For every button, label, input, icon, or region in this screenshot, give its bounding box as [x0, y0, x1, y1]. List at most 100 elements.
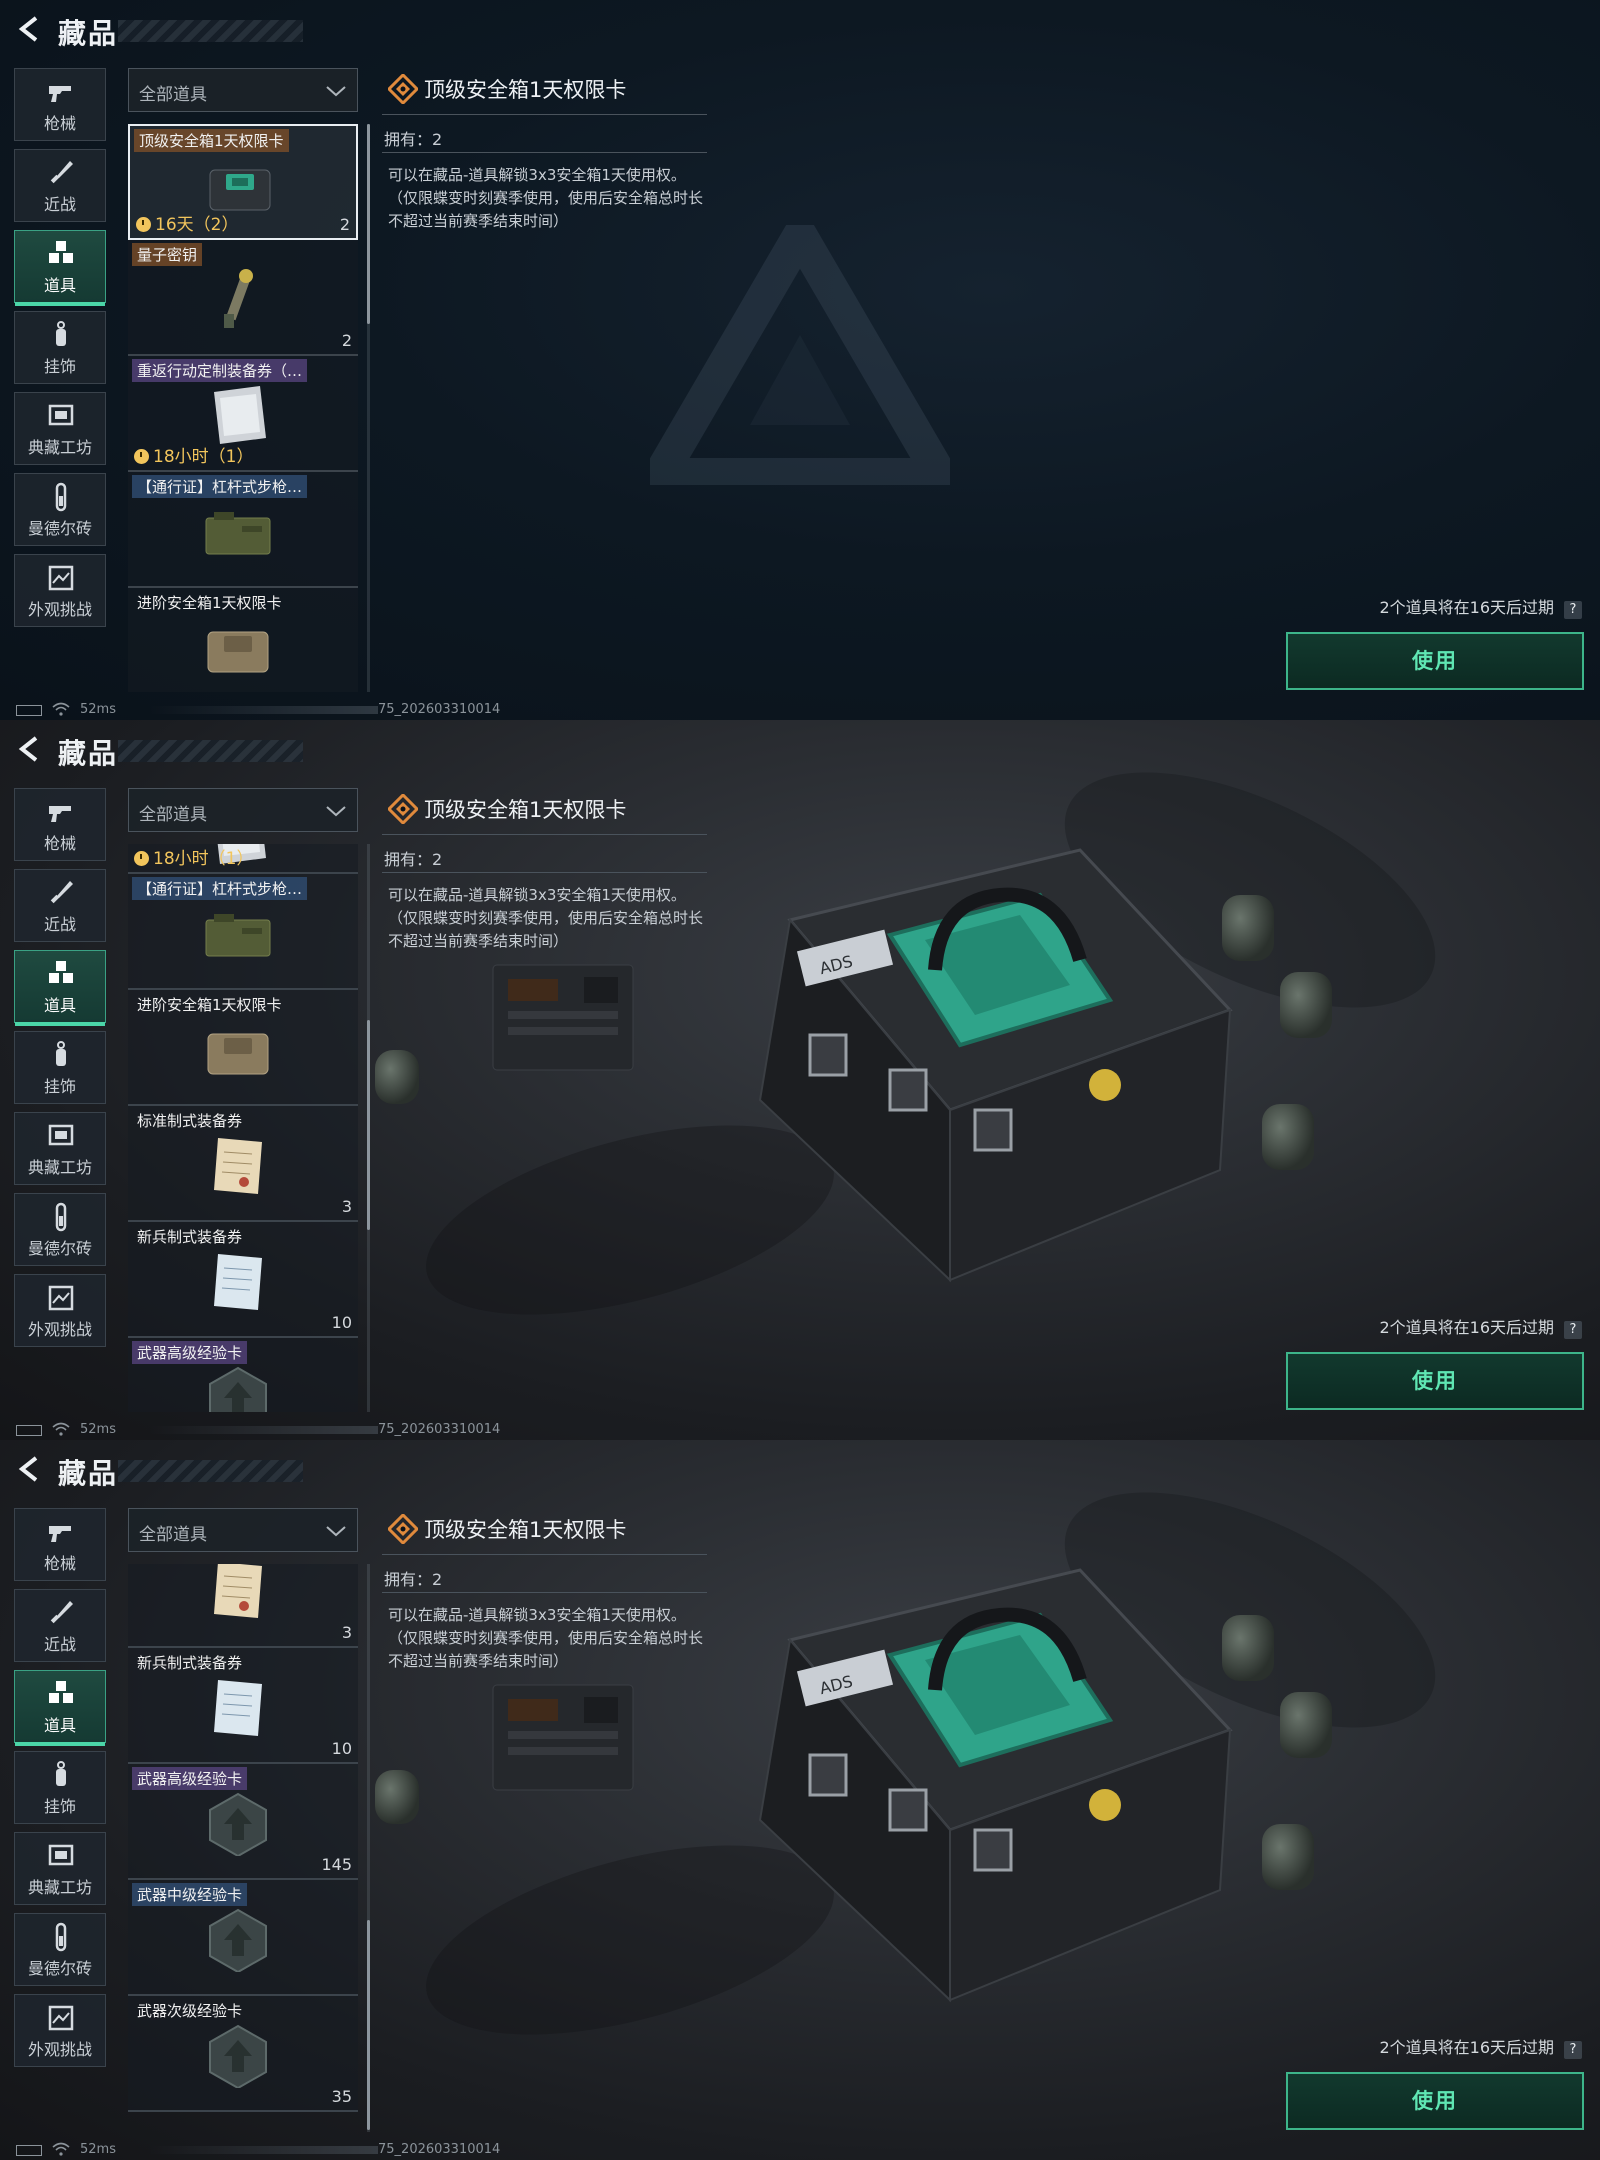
category-tab[interactable]: 枪械 — [14, 788, 106, 861]
title-decoration — [118, 1460, 303, 1482]
category-tab[interactable]: 道具 — [14, 950, 106, 1026]
list-item[interactable]: 顶级安全箱1天权限卡 16天（2） 2 — [128, 124, 358, 240]
item-name: 进阶安全箱1天权限卡 — [137, 594, 282, 612]
knife-icon — [50, 881, 73, 904]
gun-icon — [49, 1526, 71, 1542]
category-label: 外观挑战 — [27, 2040, 92, 2059]
item-thumbnail — [209, 169, 271, 211]
help-icon[interactable]: ? — [1564, 1321, 1582, 1339]
item-name: 【通行证】杠杆式步枪… — [132, 475, 308, 498]
device-prop — [492, 964, 634, 1071]
chevron-down-icon — [326, 1526, 346, 1537]
item-count: 10 — [331, 1313, 352, 1332]
category-tab[interactable]: 挂饰 — [14, 1031, 106, 1104]
item-thumbnail — [205, 914, 271, 957]
battery-icon — [16, 705, 42, 716]
use-button[interactable]: 使用 — [1286, 2072, 1584, 2130]
list-item[interactable]: 【通行证】杠杆式步枪… — [128, 472, 358, 588]
filter-dropdown[interactable]: 全部道具 — [128, 68, 358, 112]
list-item[interactable]: 武器高级经验卡 145 — [128, 1764, 358, 1880]
category-tab[interactable]: 近战 — [14, 1589, 106, 1662]
image-icon — [48, 2005, 74, 2031]
category-tab[interactable]: 枪械 — [14, 68, 106, 141]
top-bar: 藏品 — [0, 0, 320, 60]
back-arrow-icon[interactable] — [14, 734, 44, 764]
item-list[interactable]: 18小时（1） 【通行证】杠杆式步枪… 进阶安全箱1天权限卡标准制式装备券 3 新兵制式… — [128, 844, 360, 1412]
category-label: 外观挑战 — [27, 1320, 92, 1339]
filter-label: 全部道具 — [139, 1525, 207, 1545]
category-tab[interactable]: 近战 — [14, 149, 106, 222]
timer-text: 18小时（1） — [153, 849, 254, 869]
scrollbar-thumb[interactable] — [367, 1020, 370, 1230]
list-item[interactable]: 重返行动定制装备券（… 18小时（1） — [128, 356, 358, 472]
help-icon[interactable]: ? — [1564, 2041, 1582, 2059]
category-tab[interactable]: 挂饰 — [14, 311, 106, 384]
list-item[interactable]: 武器次级经验卡 35 — [128, 1996, 358, 2112]
frame-icon — [48, 1844, 74, 1866]
grenade-prop — [1222, 1615, 1274, 1681]
knife-icon — [50, 161, 73, 184]
frame-icon — [48, 404, 74, 426]
filter-label: 全部道具 — [139, 805, 207, 825]
back-arrow-icon[interactable] — [14, 14, 44, 44]
list-item[interactable]: 【通行证】杠杆式步枪… — [128, 874, 358, 990]
category-label: 道具 — [43, 276, 76, 295]
category-tab[interactable]: 曼德尔砖 — [14, 473, 106, 546]
scrollbar-thumb[interactable] — [367, 124, 370, 324]
item-name: 顶级安全箱1天权限卡 — [134, 129, 289, 152]
battery-icon — [16, 1425, 42, 1436]
help-icon[interactable]: ? — [1564, 601, 1582, 619]
category-label: 枪械 — [43, 1554, 76, 1573]
list-item[interactable]: 量子密钥 2 — [128, 240, 358, 356]
category-tab[interactable]: 典藏工坊 — [14, 1112, 106, 1185]
status-bar: 52ms 75_202603310014 — [0, 2140, 600, 2160]
detail-description: 可以在藏品-道具解锁3x3安全箱1天使用权。（仅限蝶变时刻赛季使用，使用后安全箱… — [388, 886, 704, 950]
category-tab[interactable]: 外观挑战 — [14, 1274, 106, 1347]
category-label: 曼德尔砖 — [27, 1239, 92, 1258]
list-item[interactable]: 标准制式装备券 3 — [128, 1106, 358, 1222]
owned-count: 拥有：2 — [384, 1570, 443, 1589]
category-tab[interactable]: 挂饰 — [14, 1751, 106, 1824]
item-name: 进阶安全箱1天权限卡 — [137, 996, 282, 1014]
list-item[interactable]: 进阶安全箱1天权限卡 — [128, 588, 358, 692]
list-item[interactable]: 18小时（1） — [128, 844, 358, 874]
expire-text: 2个道具将在16天后过期 — [1379, 2038, 1554, 2057]
category-label: 曼德尔砖 — [27, 519, 92, 538]
item-count: 2 — [339, 215, 350, 234]
category-label: 外观挑战 — [27, 600, 92, 619]
list-item[interactable]: 武器中级经验卡 — [128, 1880, 358, 1996]
list-item[interactable]: 新兵制式装备券 10 — [128, 1648, 358, 1764]
filter-dropdown[interactable]: 全部道具 — [128, 1508, 358, 1552]
grenade-prop — [1222, 895, 1274, 961]
category-sidebar: 枪械近战道具挂饰典藏工坊曼德尔砖外观挑战 — [14, 68, 106, 635]
category-tab[interactable]: 外观挑战 — [14, 1994, 106, 2067]
back-arrow-icon[interactable] — [14, 1454, 44, 1484]
list-item[interactable]: 武器高级经验卡 — [128, 1338, 358, 1412]
category-tab[interactable]: 道具 — [14, 230, 106, 306]
category-tab[interactable]: 枪械 — [14, 1508, 106, 1581]
scrollbar-thumb[interactable] — [367, 1920, 370, 2130]
item-list[interactable]: 3 新兵制式装备券 10 武器高级经验卡 145 武器中级经验卡 武器次级经验卡 35 — [128, 1564, 360, 2132]
title-decoration — [118, 20, 303, 42]
category-tab[interactable]: 典藏工坊 — [14, 392, 106, 465]
use-button[interactable]: 使用 — [1286, 632, 1584, 690]
category-tab[interactable]: 典藏工坊 — [14, 1832, 106, 1905]
item-list[interactable]: 顶级安全箱1天权限卡 16天（2） 2 量子密钥 2 重返行动定制装备券（… 18小时（1）… — [128, 124, 360, 692]
item-name: 【通行证】杠杆式步枪… — [132, 877, 308, 900]
category-label: 近战 — [43, 915, 76, 934]
category-tab[interactable]: 曼德尔砖 — [14, 1193, 106, 1266]
item-timer: 18小时（1） — [134, 442, 253, 467]
use-button[interactable]: 使用 — [1286, 1352, 1584, 1410]
screen-panel: ADS 藏品 枪械 近战 道具 挂饰 典藏工坊 曼德尔砖 外观挑战 全部道具 3 新兵制式装备… — [0, 1440, 1600, 2160]
category-label: 道具 — [43, 1716, 76, 1735]
category-tab[interactable]: 曼德尔砖 — [14, 1913, 106, 1986]
list-item[interactable]: 3 — [128, 1564, 358, 1648]
category-tab[interactable]: 外观挑战 — [14, 554, 106, 627]
status-bar: 52ms 75_202603310014 — [0, 700, 600, 720]
item-thumbnail — [224, 269, 253, 328]
list-item[interactable]: 进阶安全箱1天权限卡 — [128, 990, 358, 1106]
filter-dropdown[interactable]: 全部道具 — [128, 788, 358, 832]
list-item[interactable]: 新兵制式装备券 10 — [128, 1222, 358, 1338]
category-tab[interactable]: 近战 — [14, 869, 106, 942]
category-tab[interactable]: 道具 — [14, 1670, 106, 1746]
